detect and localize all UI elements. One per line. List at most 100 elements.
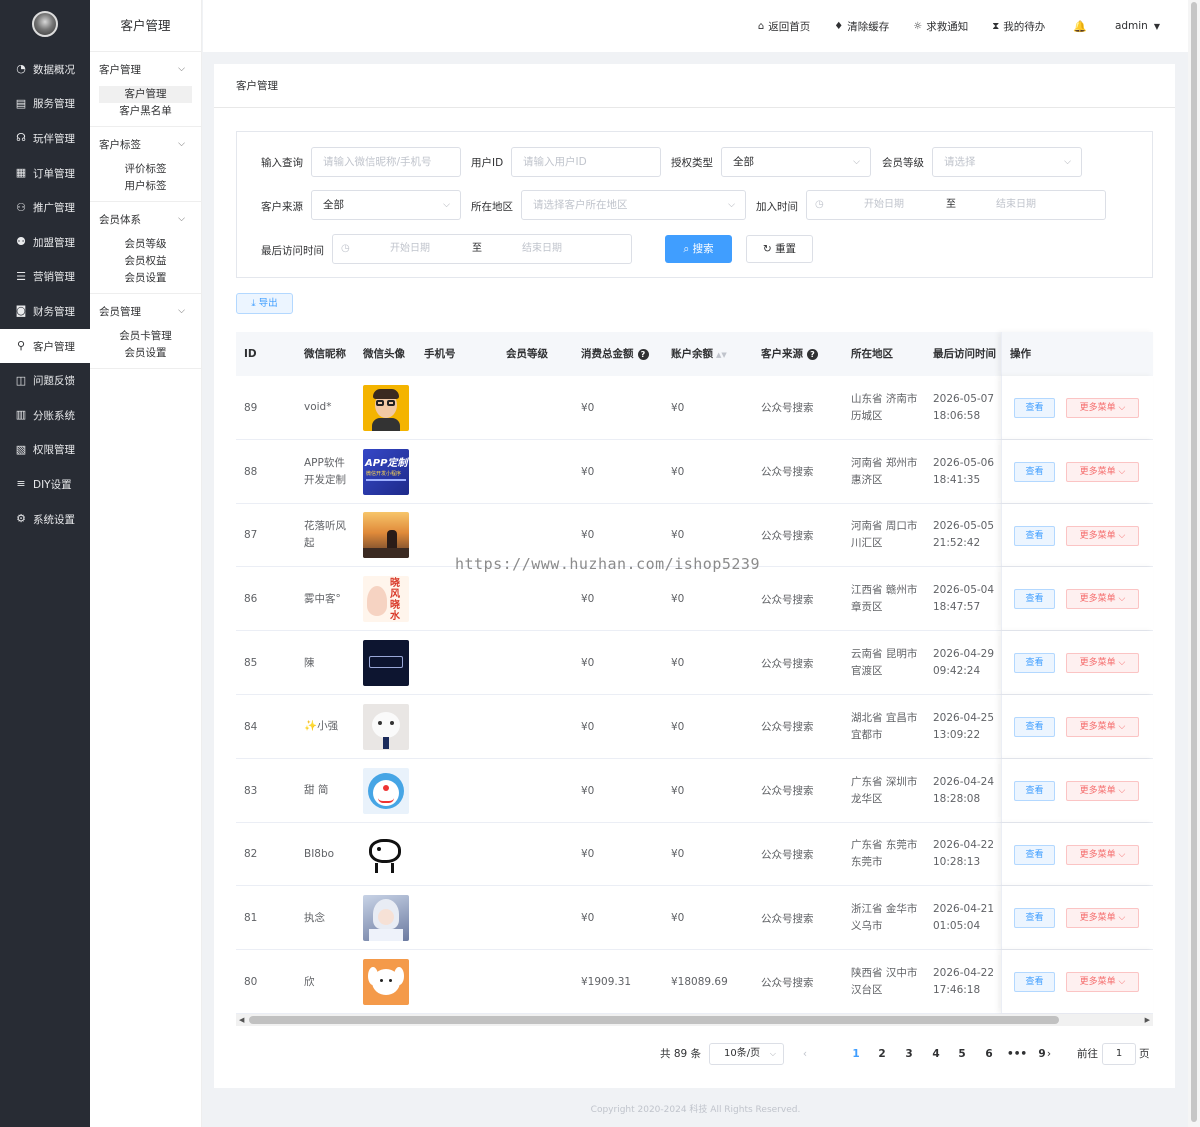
question-icon[interactable]: ? [807,348,818,360]
sidebar-item-13[interactable]: ⚙ 系统设置 [0,502,90,537]
reset-button[interactable]: ↻ 重置 [746,235,813,263]
user-avatar[interactable] [363,895,409,942]
home-link[interactable]: ⌂ 返回首页 [758,19,810,34]
sidebar-item-6[interactable]: ☰ 营销管理 [0,260,90,295]
view-button[interactable]: 查看 [1014,972,1055,993]
user-menu[interactable]: admin ▼ [1115,20,1160,32]
more-menu-button[interactable]: 更多菜单 ⌵ [1066,398,1139,418]
sidebar-item-5[interactable]: ⚉ 加盟管理 [0,225,90,260]
view-button[interactable]: 查看 [1014,844,1055,865]
sidebar-item-12[interactable]: ≡ DIY设置 [0,467,90,502]
todo-link[interactable]: ⧗ 我的待办 [992,19,1045,34]
view-button[interactable]: 查看 [1014,780,1055,801]
join-date-range[interactable]: ◷ 开始日期 至 结束日期 [806,190,1106,220]
page-number[interactable]: 4 [928,1043,944,1065]
subnav-group-header[interactable]: 客户管理 ⌵ [90,52,201,86]
visit-date-range[interactable]: ◷ 开始日期 至 结束日期 [332,234,632,264]
subnav-item[interactable]: 客户黑名单 [99,103,192,120]
sidebar-item-7[interactable]: ◙ 财务管理 [0,294,90,329]
more-menu-button[interactable]: 更多菜单 ⌵ [1066,780,1139,801]
more-menu-button[interactable]: 更多菜单 ⌵ [1066,653,1139,674]
user-avatar[interactable] [363,512,409,559]
uid-input[interactable]: 请输入用户ID [511,147,661,177]
page-size-select[interactable]: 10条/页 ⌵ [709,1043,784,1065]
page-number[interactable]: 5 [954,1043,970,1065]
logo-avatar[interactable] [32,11,58,37]
vertical-scrollbar[interactable] [1188,0,1200,1127]
sidebar-item-2[interactable]: ☊ 玩伴管理 [0,121,90,156]
sidebar-item-8[interactable]: ⚲ 客户管理 [0,328,90,364]
search-button[interactable]: ⌕ 搜索 [665,235,732,263]
subnav-group-header[interactable]: 会员管理 ⌵ [90,294,201,328]
sidebar-item-10[interactable]: ▥ 分账系统 [0,398,90,433]
page-number[interactable]: 3 [901,1043,917,1065]
scroll-right-icon[interactable]: ▶ [1145,1014,1150,1026]
more-menu-button[interactable]: 更多菜单 ⌵ [1066,589,1139,610]
subnav-group-header[interactable]: 客户标签 ⌵ [90,127,201,161]
help-notice-link[interactable]: ☼ 求救通知 [913,19,968,34]
subnav-item[interactable]: 会员卡管理 [99,328,192,345]
horizontal-scrollbar[interactable]: ◀ ▶ [236,1014,1153,1026]
sidebar-item-1[interactable]: ▤ 服务管理 [0,87,90,122]
sort-icon[interactable]: ▲▼ [716,351,727,359]
goto-page-input[interactable]: 1 [1102,1043,1136,1065]
more-menu-button[interactable]: 更多菜单 ⌵ [1066,972,1139,993]
question-icon[interactable]: ? [637,348,649,360]
sidebar-item-0[interactable]: ◔ 数据概况 [0,52,90,87]
subnav-item[interactable]: 用户标签 [99,178,192,195]
view-button[interactable]: 查看 [1014,525,1055,546]
auth-select[interactable]: 全部 ⌵ [721,147,871,177]
last-visit-cell: 2026-05-05 21:52:42 [933,520,995,550]
subnav-item[interactable]: 客户管理 [99,86,192,103]
view-button[interactable]: 查看 [1014,908,1055,929]
nickname-cell: BI8bo [304,847,335,860]
subnav-group-header[interactable]: 会员体系 ⌵ [90,202,201,236]
user-avatar[interactable] [363,959,409,1006]
user-avatar[interactable] [363,640,409,687]
region-cascader[interactable]: 请选择客户所在地区 ⌵ [521,190,746,220]
col-balance[interactable]: 账户余额 ▲▼ [671,332,727,376]
subnav-item[interactable]: 会员设置 [99,345,192,362]
scrollbar-thumb[interactable] [249,1016,1059,1024]
next-page-button[interactable]: › [1041,1043,1057,1065]
query-input[interactable]: 请输入微信昵称/手机号 [311,147,461,177]
user-avatar[interactable]: APP定制 微信开发小程序 [363,448,409,495]
clear-cache-link[interactable]: ♦ 清除缓存 [834,19,889,34]
scroll-left-icon[interactable]: ◀ [239,1014,244,1026]
subnav-item[interactable]: 会员等级 [99,236,192,253]
page-number[interactable]: 1 [848,1043,864,1065]
sidebar-item-3[interactable]: ▦ 订单管理 [0,156,90,191]
view-button[interactable]: 查看 [1014,716,1055,737]
chevron-down-icon: ⌵ [1118,466,1126,477]
user-avatar[interactable]: 晓风晓水 [363,576,409,623]
subnav-item[interactable]: 会员设置 [99,270,192,287]
sidebar-item-9[interactable]: ◫ 问题反馈 [0,363,90,398]
user-avatar[interactable] [363,384,409,431]
view-button[interactable]: 查看 [1014,589,1055,610]
subnav-item[interactable]: 评价标签 [99,161,192,178]
user-avatar[interactable] [363,831,409,878]
more-menu-button[interactable]: 更多菜单 ⌵ [1066,908,1139,929]
page-number[interactable]: 2 [874,1043,890,1065]
subnav-item[interactable]: 会员权益 [99,253,192,270]
page-number[interactable]: 6 [981,1043,997,1065]
more-menu-button[interactable]: 更多菜单 ⌵ [1066,844,1139,865]
export-button[interactable]: ⤓ 导出 [236,293,293,314]
level-select[interactable]: 请选择 ⌵ [932,147,1082,177]
more-pages-icon[interactable]: ••• [1007,1043,1027,1065]
more-menu-button[interactable]: 更多菜单 ⌵ [1066,716,1139,737]
source-select[interactable]: 全部 ⌵ [311,190,461,220]
user-avatar[interactable] [363,703,409,750]
view-button[interactable]: 查看 [1014,653,1055,674]
prev-page-button[interactable]: ‹ [797,1043,813,1065]
view-button[interactable]: 查看 [1014,461,1055,482]
sidebar-item-11[interactable]: ▧ 权限管理 [0,433,90,468]
more-menu-button[interactable]: 更多菜单 ⌵ [1066,525,1139,546]
bell-icon[interactable]: 🔔 [1073,20,1087,33]
subnav-group: 会员管理 ⌵ 会员卡管理 会员设置 [90,294,201,369]
view-button[interactable]: 查看 [1014,398,1055,418]
sidebar-item-4[interactable]: ⚇ 推广管理 [0,190,90,225]
user-avatar[interactable] [363,767,409,814]
more-menu-button[interactable]: 更多菜单 ⌵ [1066,461,1139,482]
ops-cell: 查看 更多菜单 ⌵ [1001,694,1153,758]
